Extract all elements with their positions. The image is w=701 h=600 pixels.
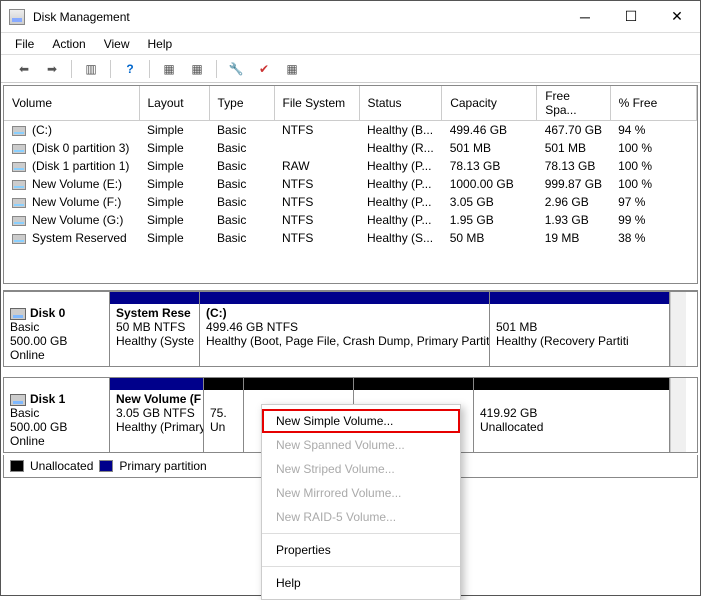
ctx-new-simple-volume[interactable]: New Simple Volume...	[262, 409, 460, 433]
volume-row[interactable]: System ReservedSimpleBasicNTFSHealthy (S…	[4, 229, 697, 247]
partition[interactable]: System Rese50 MB NTFSHealthy (Syste	[110, 292, 200, 366]
disk-icon	[10, 308, 26, 320]
volume-icon	[12, 144, 26, 154]
legend-primary-swatch	[99, 460, 113, 472]
scrollbar[interactable]	[670, 292, 686, 366]
volume-icon	[12, 126, 26, 136]
volume-icon	[12, 162, 26, 172]
context-menu: New Simple Volume... New Spanned Volume.…	[261, 404, 461, 600]
menu-action[interactable]: Action	[52, 37, 85, 51]
menu-help[interactable]: Help	[148, 37, 173, 51]
ctx-new-spanned-volume: New Spanned Volume...	[262, 433, 460, 457]
volume-row[interactable]: (C:)SimpleBasicNTFSHealthy (B...499.46 G…	[4, 121, 697, 140]
volume-row[interactable]: New Volume (E:)SimpleBasicNTFSHealthy (P…	[4, 175, 697, 193]
col-free[interactable]: Free Spa...	[537, 86, 610, 121]
volume-row[interactable]: (Disk 0 partition 3)SimpleBasicHealthy (…	[4, 139, 697, 157]
partition[interactable]: 501 MBHealthy (Recovery Partiti	[490, 292, 670, 366]
volume-row[interactable]: New Volume (G:)SimpleBasicNTFSHealthy (P…	[4, 211, 697, 229]
menu-file[interactable]: File	[15, 37, 34, 51]
volume-icon	[12, 198, 26, 208]
minimize-button[interactable]: ─	[562, 1, 608, 32]
volume-row[interactable]: (Disk 1 partition 1)SimpleBasicRAWHealth…	[4, 157, 697, 175]
refresh2-icon[interactable]: ▦	[186, 58, 208, 80]
toolbar: ⬅ ➡ ▥ ? ▦ ▦ 🔧 ✔ ▦	[1, 55, 700, 83]
title-bar[interactable]: Disk Management ─ ☐ ✕	[1, 1, 700, 33]
volume-row[interactable]: New Volume (F:)SimpleBasicNTFSHealthy (P…	[4, 193, 697, 211]
ctx-help[interactable]: Help	[262, 571, 460, 595]
volume-icon	[12, 180, 26, 190]
separator	[216, 60, 217, 78]
ctx-new-raid5-volume: New RAID-5 Volume...	[262, 505, 460, 529]
forward-icon[interactable]: ➡	[41, 58, 63, 80]
col-volume[interactable]: Volume	[4, 86, 139, 121]
col-layout[interactable]: Layout	[139, 86, 209, 121]
col-type[interactable]: Type	[209, 86, 274, 121]
ctx-properties[interactable]: Properties	[262, 538, 460, 562]
menu-bar: File Action View Help	[1, 33, 700, 55]
legend-primary-label: Primary partition	[119, 459, 206, 473]
separator	[149, 60, 150, 78]
separator	[71, 60, 72, 78]
disk1-header: Disk 1 Basic 500.00 GB Online	[4, 378, 110, 452]
app-icon	[9, 9, 25, 25]
volume-icon	[12, 234, 26, 244]
help-icon[interactable]: ?	[119, 58, 141, 80]
disk0-row[interactable]: Disk 0 Basic 500.00 GB Online System Res…	[3, 291, 698, 367]
ctx-new-striped-volume: New Striped Volume...	[262, 457, 460, 481]
col-fs[interactable]: File System	[274, 86, 359, 121]
refresh-icon[interactable]: ▦	[158, 58, 180, 80]
menu-view[interactable]: View	[104, 37, 130, 51]
maximize-button[interactable]: ☐	[608, 1, 654, 32]
partition[interactable]: New Volume (F3.05 GB NTFSHealthy (Primar…	[110, 378, 204, 452]
disk0-header: Disk 0 Basic 500.00 GB Online	[4, 292, 110, 366]
settings-icon[interactable]: 🔧	[225, 58, 247, 80]
ctx-new-mirrored-volume: New Mirrored Volume...	[262, 481, 460, 505]
partition[interactable]: (C:)499.46 GB NTFSHealthy (Boot, Page Fi…	[200, 292, 490, 366]
col-status[interactable]: Status	[359, 86, 442, 121]
legend-unallocated-swatch	[10, 460, 24, 472]
col-pct[interactable]: % Free	[610, 86, 696, 121]
legend-unallocated-label: Unallocated	[30, 459, 93, 473]
schedule-icon[interactable]: ▦	[281, 58, 303, 80]
disk-management-window: Disk Management ─ ☐ ✕ File Action View H…	[0, 0, 701, 596]
separator	[262, 533, 460, 534]
scrollbar[interactable]	[670, 378, 686, 452]
separator	[110, 60, 111, 78]
disk-icon	[10, 394, 26, 406]
volume-icon	[12, 216, 26, 226]
detail-view-icon[interactable]: ▥	[80, 58, 102, 80]
separator	[262, 566, 460, 567]
partition[interactable]: 419.92 GBUnallocated	[474, 378, 670, 452]
close-button[interactable]: ✕	[654, 1, 700, 32]
volume-list[interactable]: Volume Layout Type File System Status Ca…	[3, 85, 698, 284]
back-icon[interactable]: ⬅	[13, 58, 35, 80]
col-capacity[interactable]: Capacity	[442, 86, 537, 121]
check-icon[interactable]: ✔	[253, 58, 275, 80]
partition[interactable]: 75.Un	[204, 378, 244, 452]
window-title: Disk Management	[33, 10, 562, 24]
